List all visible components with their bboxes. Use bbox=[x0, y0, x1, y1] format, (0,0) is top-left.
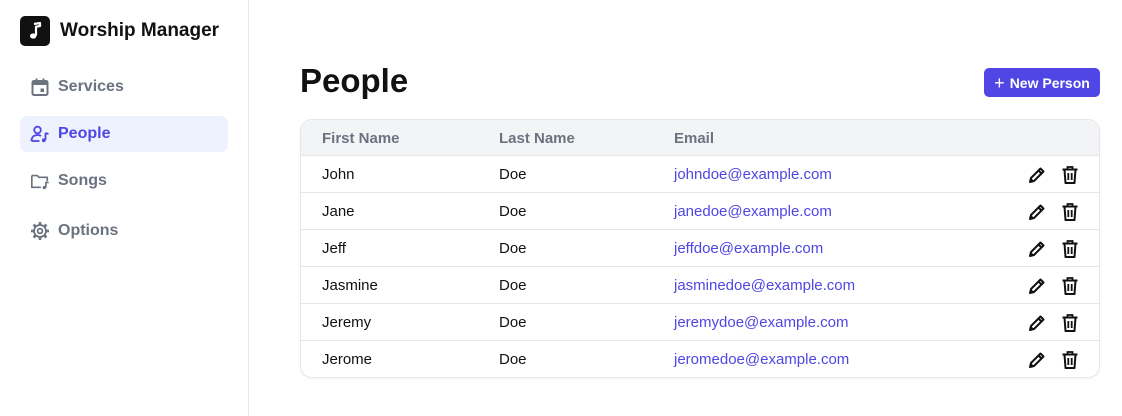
sidebar: Worship Manager Services People Songs Op… bbox=[0, 0, 249, 416]
sidebar-item-label: Options bbox=[58, 222, 119, 239]
pencil-icon[interactable] bbox=[1026, 349, 1048, 371]
sidebar-item-songs[interactable]: Songs bbox=[20, 163, 228, 199]
plus-icon: + bbox=[994, 72, 1005, 93]
pencil-icon[interactable] bbox=[1026, 201, 1048, 223]
cell-last-name: Doe bbox=[499, 240, 527, 257]
cell-first-name: Jasmine bbox=[322, 277, 378, 294]
new-person-button[interactable]: + New Person bbox=[984, 68, 1100, 97]
trash-icon[interactable] bbox=[1059, 349, 1081, 371]
table-row: Jerome Doe jeromedoe@example.com bbox=[301, 341, 1099, 377]
sidebar-item-label: Services bbox=[58, 78, 124, 95]
table-header: First Name Last Name Email bbox=[301, 120, 1099, 156]
cell-email-link[interactable]: jeromedoe@example.com bbox=[674, 351, 849, 368]
cell-email-link[interactable]: johndoe@example.com bbox=[674, 166, 832, 183]
table-row: Jasmine Doe jasminedoe@example.com bbox=[301, 267, 1099, 304]
table-body: John Doe johndoe@example.com Jane Doe janedoe… bbox=[301, 156, 1099, 377]
column-header-first-name[interactable]: First Name bbox=[322, 130, 400, 147]
trash-icon[interactable] bbox=[1059, 312, 1081, 334]
cell-first-name: Jeff bbox=[322, 240, 346, 257]
pencil-icon[interactable] bbox=[1026, 312, 1048, 334]
table-row: John Doe johndoe@example.com bbox=[301, 156, 1099, 193]
cell-email-link[interactable]: jeremydoe@example.com bbox=[674, 314, 848, 331]
table-row: Jeff Doe jeffdoe@example.com bbox=[301, 230, 1099, 267]
sidebar-item-label: Songs bbox=[58, 172, 107, 189]
pencil-icon[interactable] bbox=[1026, 275, 1048, 297]
cell-first-name: Jeremy bbox=[322, 314, 372, 331]
sidebar-item-label: People bbox=[58, 125, 111, 142]
sidebar-item-people[interactable]: People bbox=[20, 116, 228, 152]
cell-last-name: Doe bbox=[499, 203, 527, 220]
sidebar-item-services[interactable]: Services bbox=[20, 69, 228, 105]
calendar-icon bbox=[30, 77, 50, 97]
trash-icon[interactable] bbox=[1059, 164, 1081, 186]
column-header-last-name[interactable]: Last Name bbox=[499, 130, 575, 147]
music-folder-icon bbox=[30, 171, 50, 191]
cell-last-name: Doe bbox=[499, 166, 527, 183]
trash-icon[interactable] bbox=[1059, 201, 1081, 223]
cell-email-link[interactable]: janedoe@example.com bbox=[674, 203, 832, 220]
people-table: First Name Last Name Email John Doe johndo… bbox=[300, 119, 1100, 378]
gear-icon bbox=[30, 221, 50, 241]
cell-last-name: Doe bbox=[499, 351, 527, 368]
table-row: Jeremy Doe jeremydoe@example.com bbox=[301, 304, 1099, 341]
music-note-icon bbox=[20, 16, 50, 46]
table-row: Jane Doe janedoe@example.com bbox=[301, 193, 1099, 230]
cell-last-name: Doe bbox=[499, 277, 527, 294]
page-title: People bbox=[300, 62, 409, 99]
trash-icon[interactable] bbox=[1059, 238, 1081, 260]
app-name: Worship Manager bbox=[60, 20, 220, 41]
new-person-label: New Person bbox=[1009, 74, 1090, 91]
brand[interactable]: Worship Manager bbox=[20, 16, 219, 46]
cell-first-name: Jerome bbox=[322, 351, 373, 368]
pencil-icon[interactable] bbox=[1026, 164, 1048, 186]
cell-last-name: Doe bbox=[499, 314, 527, 331]
sidebar-item-options[interactable]: Options bbox=[20, 213, 228, 249]
cell-first-name: John bbox=[322, 166, 355, 183]
cell-email-link[interactable]: jeffdoe@example.com bbox=[674, 240, 823, 257]
column-header-email[interactable]: Email bbox=[674, 130, 714, 147]
pencil-icon[interactable] bbox=[1026, 238, 1048, 260]
trash-icon[interactable] bbox=[1059, 275, 1081, 297]
cell-email-link[interactable]: jasminedoe@example.com bbox=[674, 277, 855, 294]
cell-first-name: Jane bbox=[322, 203, 355, 220]
user-music-icon bbox=[30, 124, 50, 144]
